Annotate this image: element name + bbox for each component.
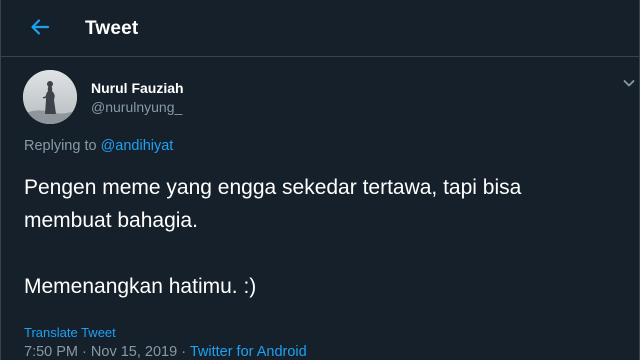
- tweet-text: Pengen meme yang engga sekedar tertawa, …: [24, 171, 634, 303]
- chevron-down-icon: [622, 76, 636, 95]
- column-left-border: [0, 0, 1, 360]
- tweet-meta: 7:50 PM · Nov 15, 2019 · Twitter for And…: [24, 343, 307, 360]
- reply-mention-link[interactable]: @andihiyat: [101, 138, 174, 154]
- replying-to-label: Replying to: [24, 138, 97, 154]
- tweet-date[interactable]: Nov 15, 2019: [91, 344, 177, 360]
- back-button[interactable]: [22, 13, 58, 45]
- page-title: Tweet: [85, 18, 139, 39]
- meta-separator: ·: [181, 344, 187, 360]
- header-bar: Tweet: [0, 0, 640, 52]
- tweet-text-line: membuat bahagia.: [24, 209, 198, 232]
- meta-separator: ·: [82, 344, 87, 360]
- author-handle[interactable]: @nurulnyung_: [91, 99, 182, 116]
- author-display-name[interactable]: Nurul Fauziah: [91, 80, 184, 97]
- header-divider: [0, 56, 640, 57]
- tweet-menu-button[interactable]: [618, 74, 640, 96]
- tweet-text-line: Memenangkan hatimu. :): [24, 275, 257, 298]
- avatar[interactable]: [23, 70, 77, 124]
- replying-to: Replying to @andihiyat: [24, 138, 173, 155]
- translate-tweet-link[interactable]: Translate Tweet: [24, 325, 116, 341]
- tweet-page: Tweet Nurul Fauziah @nurulnyung_ Replyin: [0, 0, 640, 360]
- tweet-time[interactable]: 7:50 PM: [24, 344, 78, 360]
- tweet-source-link[interactable]: Twitter for Android: [190, 344, 307, 360]
- arrow-left-icon: [30, 17, 50, 42]
- tweet-text-line: Pengen meme yang engga sekedar tertawa, …: [24, 176, 522, 199]
